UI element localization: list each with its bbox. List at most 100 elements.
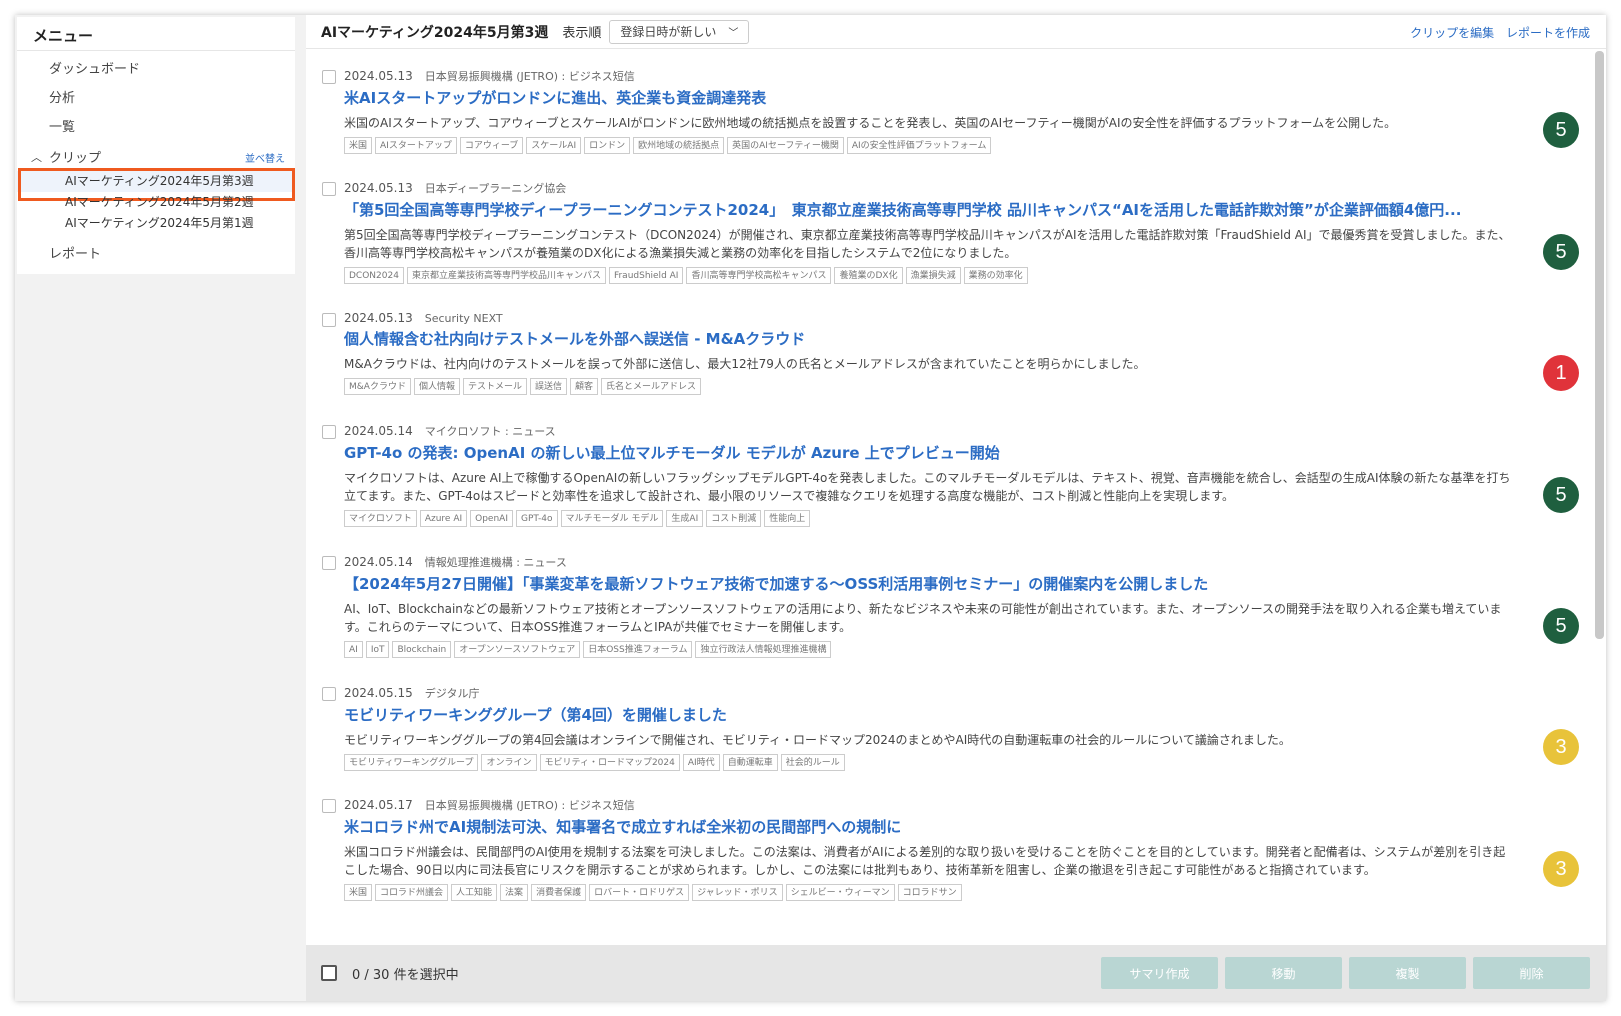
sort-link[interactable]: 並べ替え xyxy=(245,150,285,165)
clip-item-week3[interactable]: AIマーケティング2024年5月第3週 xyxy=(17,168,295,201)
article-title-link[interactable]: 米AIスタートアップがロンドンに進出、英企業も資金調達発表 xyxy=(344,87,1516,108)
article-tag[interactable]: 誤送信 xyxy=(529,378,567,395)
article-tag[interactable]: 独立行政法人情報処理推進機構 xyxy=(695,641,832,658)
article-tag[interactable]: 養殖業のDX化 xyxy=(834,267,903,284)
article-tag[interactable]: ジャレッド・ポリス xyxy=(692,884,783,901)
article-checkbox[interactable] xyxy=(322,425,336,439)
article-checkbox[interactable] xyxy=(322,799,336,813)
article-tag[interactable]: 米国 xyxy=(344,884,373,901)
article-tag[interactable]: AIの安全性評価プラットフォーム xyxy=(846,137,992,154)
clip-section-header[interactable]: ︿ クリップ 並べ替え xyxy=(17,142,295,171)
article-title-link[interactable]: モビリティワーキンググループ（第4回）を開催しました xyxy=(344,704,1516,725)
chevron-up-icon[interactable]: ︿ xyxy=(31,149,49,165)
article-tag[interactable]: DCON2024 xyxy=(344,267,404,284)
article-tag[interactable]: モビリティ・ロードマップ2024 xyxy=(539,754,680,771)
nav-item-report[interactable]: レポート xyxy=(17,240,295,269)
article-tag[interactable]: 氏名とメールアドレス xyxy=(601,378,702,395)
article-tag[interactable]: 欧州地域の統括拠点 xyxy=(633,137,725,154)
article-tag[interactable]: 消費者保護 xyxy=(531,884,587,901)
article-tag[interactable]: 漁業損失減 xyxy=(905,267,961,284)
article-checkbox[interactable] xyxy=(322,70,336,84)
menu-card: メニュー ダッシュボード 分析 一覧 ︿ クリップ 並べ替え AIマーケティング… xyxy=(17,17,295,274)
nav-item-analysis[interactable]: 分析 xyxy=(17,84,295,113)
order-select[interactable]: 登録日時が新しい ﹀ xyxy=(609,19,750,44)
score-badge: 5 xyxy=(1543,234,1579,270)
article-title-link[interactable]: 米コロラド州でAI規制法可決、知事署名で成立すれば全米初の民間部門への規制に xyxy=(344,816,1516,837)
article-tag[interactable]: 米国 xyxy=(344,137,373,154)
article-tag[interactable]: 生成AI xyxy=(666,510,704,527)
article-tag[interactable]: オープンソースソフトウェア xyxy=(454,641,581,658)
article-tag[interactable]: IoT xyxy=(365,641,390,658)
article-tag[interactable]: 人工知能 xyxy=(451,884,498,901)
edit-clip-link[interactable]: クリップを編集 xyxy=(1410,26,1494,40)
article-tag[interactable]: 香川高等専門学校高松キャンパス xyxy=(686,267,832,284)
article-tag[interactable]: ロンドン xyxy=(584,137,631,154)
scrollbar[interactable] xyxy=(1595,51,1604,639)
score-badge: 5 xyxy=(1543,477,1579,513)
article-tag[interactable]: 性能向上 xyxy=(764,510,811,527)
clip-item-week1[interactable]: AIマーケティング2024年5月第1週 xyxy=(17,213,295,234)
article-tag[interactable]: 法案 xyxy=(500,884,529,901)
article-checkbox[interactable] xyxy=(322,182,336,196)
article-tag[interactable]: マイクロソフト xyxy=(344,510,417,527)
article-summary: AI、IoT、Blockchainなどの最新ソフトウェア技術とオープンソースソフ… xyxy=(344,602,1502,634)
article-title-link[interactable]: GPT-4o の発表: OpenAI の新しい最上位マルチモーダル モデルが A… xyxy=(344,442,1516,463)
article-tag[interactable]: コアウィーブ xyxy=(459,137,524,154)
create-report-link[interactable]: レポートを作成 xyxy=(1506,26,1590,40)
article-tag[interactable]: コロラドサン xyxy=(897,884,962,901)
article-title-link[interactable]: 「第5回全国高等専門学校ディープラーニングコンテスト2024」 東京都立産業技術… xyxy=(344,199,1516,220)
main-panel: AIマーケティング2024年5月第3週 表示順 登録日時が新しい ﹀ クリップを… xyxy=(306,15,1606,1001)
article-title-link[interactable]: 【2024年5月27日開催】「事業変革を最新ソフトウェア技術で加速する〜OSS利… xyxy=(344,573,1516,594)
article-tag[interactable]: 個人情報 xyxy=(413,378,460,395)
article-tag[interactable]: 顧客 xyxy=(570,378,599,395)
article-summary: 第5回全国高等専門学校ディープラーニングコンテスト（DCON2024）が開催され… xyxy=(344,228,1511,260)
header-links: クリップを編集 レポートを作成 xyxy=(1402,24,1590,41)
article-date: 2024.05.17 xyxy=(344,798,413,812)
select-all-checkbox[interactable] xyxy=(321,965,337,981)
duplicate-button[interactable]: 複製 xyxy=(1349,957,1466,989)
chevron-down-icon: ﹀ xyxy=(728,28,739,39)
article-tag[interactable]: モビリティワーキンググループ xyxy=(344,754,479,771)
article-tags: M&Aクラウド 個人情報 テストメール 誤送信 顧客 氏名とメールアドレス xyxy=(344,378,1516,395)
article-tag[interactable]: 日本OSS推進フォーラム xyxy=(583,641,693,658)
article-tag[interactable]: コロラド州議会 xyxy=(375,884,449,901)
article-tag[interactable]: 自動運転車 xyxy=(722,754,778,771)
order-select-value: 登録日時が新しい xyxy=(620,25,717,39)
article-tag[interactable]: AI時代 xyxy=(682,754,720,771)
article-source: Security NEXT xyxy=(424,312,503,325)
article-tag[interactable]: Azure AI xyxy=(419,510,468,527)
article-tag[interactable]: Blockchain xyxy=(392,641,452,658)
sidebar: メニュー ダッシュボード 分析 一覧 ︿ クリップ 並べ替え AIマーケティング… xyxy=(15,15,300,1001)
move-button[interactable]: 移動 xyxy=(1225,957,1342,989)
article-tag[interactable]: ロバート・ロドリゲス xyxy=(589,884,690,901)
article-tag[interactable]: AIスタートアップ xyxy=(375,137,457,154)
article-meta: 2024.05.13 日本貿易振興機構 (JETRO) : ビジネス短信 xyxy=(344,50,1516,84)
nav-item-list[interactable]: 一覧 xyxy=(17,113,295,142)
article-title-link[interactable]: 個人情報含む社内向けテストメールを外部へ誤送信 - M&Aクラウド xyxy=(344,328,1516,349)
nav-item-dashboard[interactable]: ダッシュボード xyxy=(17,55,295,84)
article-tag[interactable]: シェルビー・ウィーマン xyxy=(785,884,895,901)
article-tag[interactable]: FraudShield AI xyxy=(608,267,684,284)
article-tag[interactable]: GPT-4o xyxy=(515,510,558,527)
article-tag[interactable]: AI xyxy=(344,641,363,658)
article-tag[interactable]: マルチモーダル モデル xyxy=(560,510,664,527)
score-badge: 5 xyxy=(1543,608,1579,644)
summary-button[interactable]: サマリ作成 xyxy=(1101,957,1218,989)
article-tag[interactable]: 東京都立産業技術高等専門学校品川キャンパス xyxy=(406,267,606,284)
article-tag[interactable]: コスト削減 xyxy=(706,510,762,527)
article-tag[interactable]: 業務の効率化 xyxy=(963,267,1028,284)
article-item: 2024.05.13 Security NEXT 個人情報含む社内向けテストメールを… xyxy=(306,293,1606,405)
article-checkbox[interactable] xyxy=(322,556,336,570)
article-tag[interactable]: 社会的ルール xyxy=(780,754,845,771)
delete-button[interactable]: 削除 xyxy=(1473,957,1590,989)
article-tag[interactable]: オンライン xyxy=(481,754,537,771)
article-checkbox[interactable] xyxy=(322,313,336,327)
article-tag[interactable]: テストメール xyxy=(462,378,527,395)
article-tag[interactable]: 英国のAIセーフティー機関 xyxy=(727,137,844,154)
article-tags: 米国 AIスタートアップ コアウィーブ スケールAI ロンドン 欧州地域の統括拠点 英国のA… xyxy=(344,137,1516,154)
clip-item-week2[interactable]: AIマーケティング2024年5月第2週 xyxy=(17,192,295,213)
article-tag[interactable]: スケールAI xyxy=(526,137,582,154)
article-tag[interactable]: OpenAI xyxy=(470,510,513,527)
article-tag[interactable]: M&Aクラウド xyxy=(344,378,411,395)
article-checkbox[interactable] xyxy=(322,687,336,701)
